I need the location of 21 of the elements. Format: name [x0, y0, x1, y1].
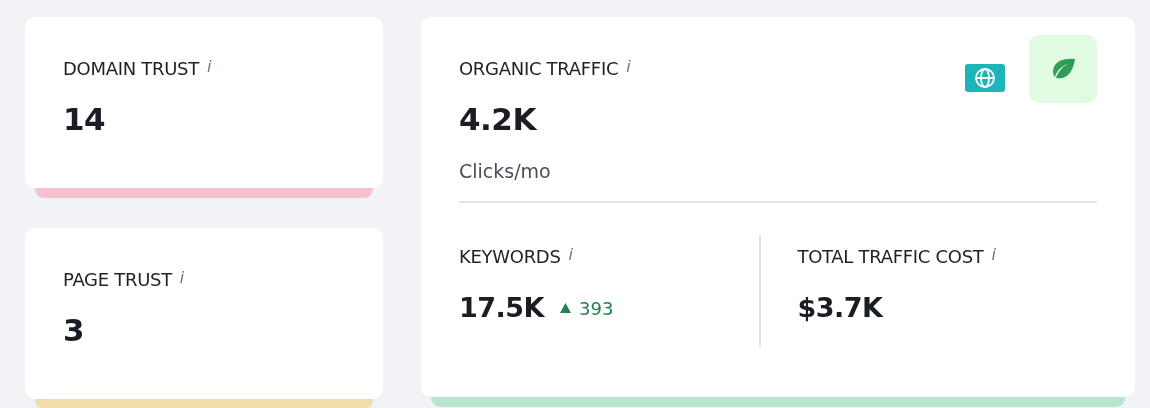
metric-value: 3: [63, 311, 86, 350]
info-icon[interactable]: i: [568, 243, 573, 267]
metric-label: DOMAIN TRUST: [63, 57, 199, 81]
info-icon[interactable]: i: [179, 266, 185, 290]
info-icon[interactable]: i: [626, 55, 631, 79]
metric-label: KEYWORDS: [459, 245, 561, 269]
change-value: 393: [579, 296, 614, 321]
metric-label: ORGANIC TRAFFIC: [459, 57, 619, 81]
metric-label: TOTAL TRAFFIC COST: [797, 245, 984, 269]
info-icon[interactable]: i: [206, 55, 212, 79]
info-icon[interactable]: i: [991, 243, 996, 267]
leaf-icon: [1050, 58, 1076, 80]
up-icon: [560, 303, 572, 314]
metric-label: PAGE TRUST: [63, 268, 172, 292]
metric-value: 4.2K: [459, 100, 538, 139]
unit-label: Clicks/mo: [459, 158, 552, 184]
leaf-button[interactable]: [1029, 35, 1097, 103]
globe-icon: [965, 64, 1005, 92]
metric-value: 17.5K: [459, 291, 545, 325]
metric-value: 14: [63, 100, 107, 139]
metric-value: $3.7K: [797, 291, 883, 325]
